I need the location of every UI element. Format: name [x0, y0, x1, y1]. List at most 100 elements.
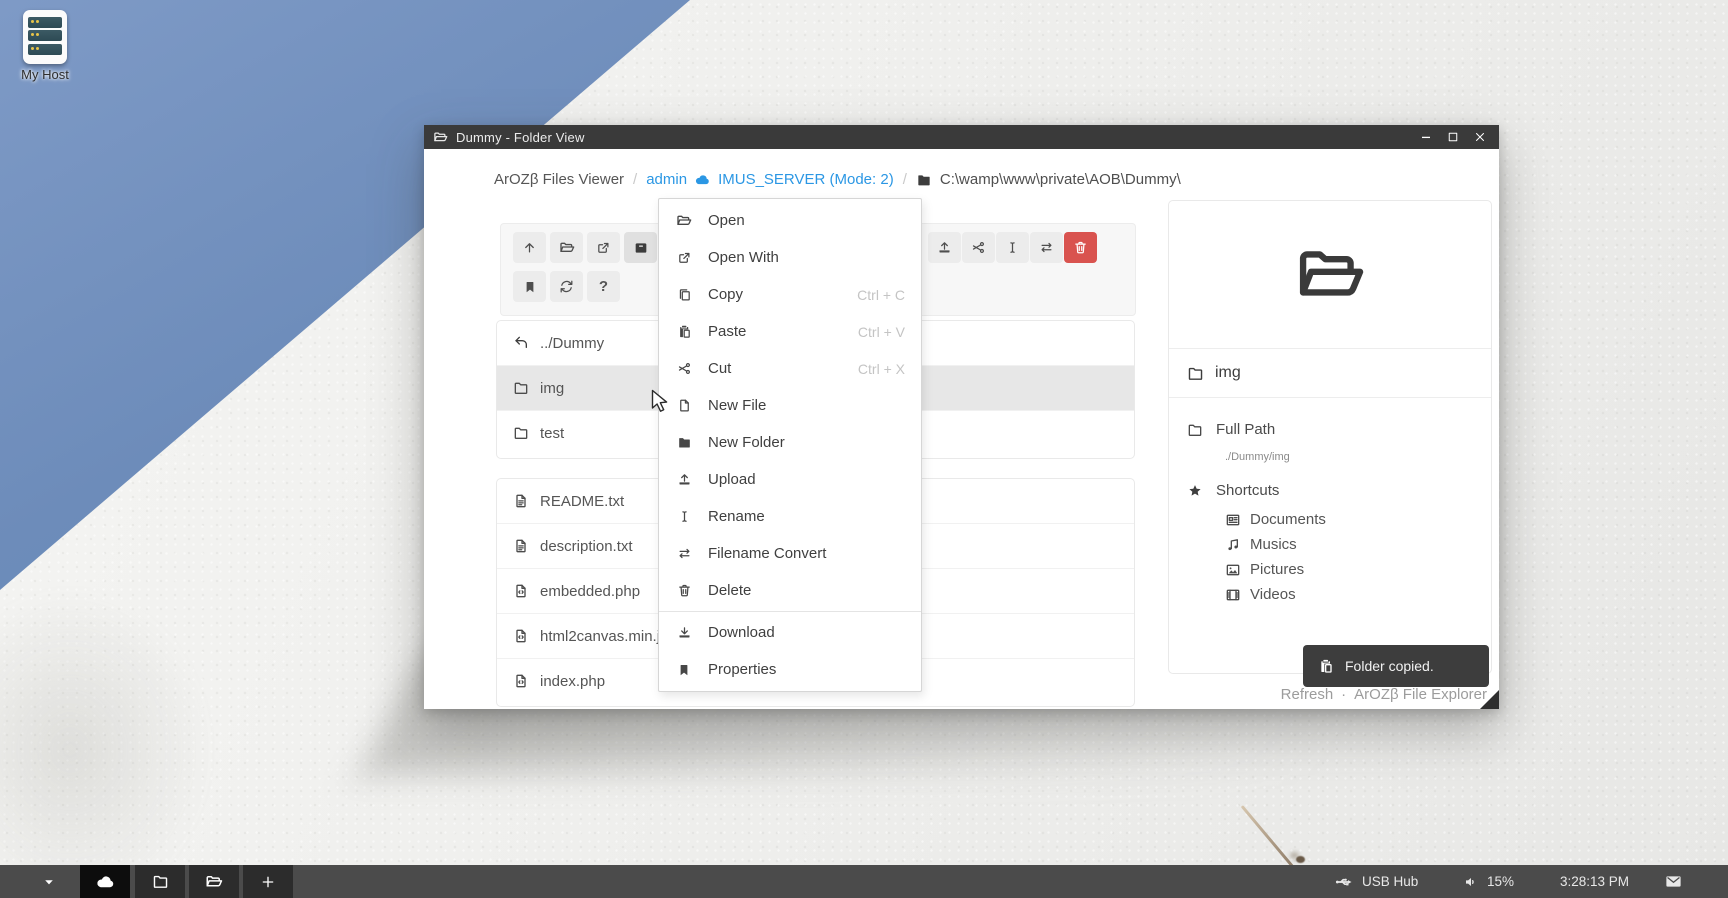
folder-icon	[1187, 365, 1204, 382]
toolbar-rename-button[interactable]	[996, 232, 1029, 263]
toolbar-properties-button[interactable]	[513, 271, 546, 302]
menu-item-upload[interactable]: Upload	[659, 461, 921, 498]
caret-down-icon	[42, 875, 56, 889]
paste-icon	[675, 324, 693, 339]
menu-item-properties[interactable]: Properties	[659, 651, 921, 688]
menu-item-paste[interactable]: Paste Ctrl + V	[659, 313, 921, 350]
menu-separator	[659, 611, 921, 612]
menu-item-copy[interactable]: Copy Ctrl + C	[659, 276, 921, 313]
taskbar-item-cloud[interactable]	[80, 865, 130, 898]
menu-item-cut[interactable]: Cut Ctrl + X	[659, 350, 921, 387]
folder-open-icon	[205, 873, 223, 891]
resize-handle[interactable]	[1480, 690, 1499, 709]
file-code-icon	[513, 628, 529, 644]
shortcuts-label: Shortcuts	[1187, 482, 1279, 499]
toolbar-upload-button[interactable]	[928, 232, 961, 263]
new-file-icon	[675, 398, 693, 413]
toolbar-delete-button[interactable]	[1064, 232, 1097, 263]
folder-icon	[1187, 422, 1203, 438]
taskbar: USB Hub 15% 3:28:13 PM	[0, 865, 1728, 898]
full-path-label: Full Path	[1187, 421, 1275, 438]
usb-icon	[1334, 872, 1354, 892]
taskbar-messages-button[interactable]	[1664, 865, 1683, 898]
window-titlebar[interactable]: Dummy - Folder View	[424, 125, 1499, 149]
breadcrumb-app: ArOZβ Files Viewer	[494, 171, 624, 188]
folder-open-icon	[433, 130, 448, 145]
menu-item-rename[interactable]: Rename	[659, 498, 921, 535]
context-menu: Open Open With Copy Ctrl + C	[658, 198, 922, 692]
taskbar-clock[interactable]: 3:28:13 PM	[1560, 865, 1629, 898]
folder-open-icon	[675, 213, 693, 229]
shortcut-musics[interactable]: Musics	[1225, 532, 1326, 557]
upload-icon	[675, 472, 693, 487]
menu-item-open-with[interactable]: Open With	[659, 239, 921, 276]
server-icon	[23, 10, 67, 64]
bookmark-icon	[675, 663, 693, 677]
folder-icon	[513, 425, 529, 441]
toolbar-open-with-button[interactable]	[587, 232, 620, 263]
plus-icon	[260, 874, 276, 890]
scissors-icon	[675, 361, 693, 376]
film-icon	[1225, 587, 1241, 603]
window-footer: Refresh · ArOZβ File Explorer	[1281, 686, 1487, 703]
folder-icon	[513, 380, 529, 396]
toolbar-cut-button[interactable]	[962, 232, 995, 263]
paste-icon	[1318, 658, 1334, 674]
taskbar-usb-status[interactable]: USB Hub	[1334, 865, 1418, 898]
app-name: ArOZβ File Explorer	[1354, 686, 1487, 703]
menu-item-new-file[interactable]: New File	[659, 387, 921, 424]
image-icon	[1225, 562, 1241, 578]
download-icon	[675, 625, 693, 640]
taskbar-caret-button[interactable]	[38, 865, 60, 898]
toast-notification: Folder copied.	[1303, 645, 1489, 687]
maximize-button[interactable]	[1446, 130, 1460, 144]
file-code-icon	[513, 673, 529, 689]
cloud-icon	[95, 871, 116, 892]
shortcut-pictures[interactable]: Pictures	[1225, 557, 1326, 582]
shortcuts-list: Documents Musics Pictures	[1225, 507, 1326, 607]
exchange-icon	[675, 546, 693, 561]
menu-item-download[interactable]: Download	[659, 614, 921, 651]
close-button[interactable]	[1473, 130, 1487, 144]
folder-icon	[916, 172, 932, 188]
refresh-link[interactable]: Refresh	[1281, 686, 1334, 703]
folder-open-icon	[1292, 237, 1368, 313]
snow-stick-detail	[1241, 805, 1299, 873]
back-arrow-icon	[513, 335, 529, 351]
menu-item-filename-convert[interactable]: Filename Convert	[659, 535, 921, 572]
folder-icon	[152, 873, 169, 890]
toolbar-open-button[interactable]	[550, 232, 583, 263]
taskbar-item-folder-view[interactable]	[189, 865, 239, 898]
window-content: ArOZβ Files Viewer / admin IMUS_SERVER (…	[424, 149, 1499, 709]
taskbar-volume-status[interactable]: 15%	[1463, 865, 1514, 898]
desktop: My Host Dummy - Folder View	[0, 0, 1728, 898]
file-text-icon	[513, 493, 529, 509]
toolbar-archive-button[interactable]	[624, 232, 657, 263]
snow-shade	[0, 590, 210, 898]
breadcrumb-path[interactable]: C:\wamp\www\private\AOB\Dummy\	[916, 171, 1181, 188]
details-selected-name: img	[1169, 349, 1491, 398]
cloud-icon	[694, 171, 711, 188]
preview-area	[1169, 201, 1491, 349]
desktop-icon-my-host[interactable]: My Host	[12, 10, 78, 82]
file-text-icon	[513, 538, 529, 554]
copy-icon	[675, 287, 693, 302]
toolbar-up-button[interactable]	[513, 232, 546, 263]
shortcut-videos[interactable]: Videos	[1225, 582, 1326, 607]
menu-item-new-folder[interactable]: New Folder	[659, 424, 921, 461]
shortcut-documents[interactable]: Documents	[1225, 507, 1326, 532]
breadcrumb-server-link[interactable]: admin IMUS_SERVER (Mode: 2)	[646, 171, 893, 188]
minimize-button[interactable]	[1419, 130, 1433, 144]
folder-view-window: Dummy - Folder View ArOZβ Files Viewer /	[424, 125, 1499, 709]
external-link-icon	[675, 250, 693, 265]
toast-text: Folder copied.	[1345, 658, 1434, 674]
toolbar-help-button[interactable]: ?	[587, 271, 620, 302]
music-icon	[1225, 537, 1241, 553]
menu-item-delete[interactable]: Delete	[659, 572, 921, 609]
speaker-icon	[1463, 874, 1479, 890]
menu-item-open[interactable]: Open	[659, 202, 921, 239]
toolbar-refresh-button[interactable]	[550, 271, 583, 302]
taskbar-add-button[interactable]	[243, 865, 293, 898]
taskbar-item-folder[interactable]	[135, 865, 185, 898]
toolbar-filename-convert-button[interactable]	[1030, 232, 1063, 263]
